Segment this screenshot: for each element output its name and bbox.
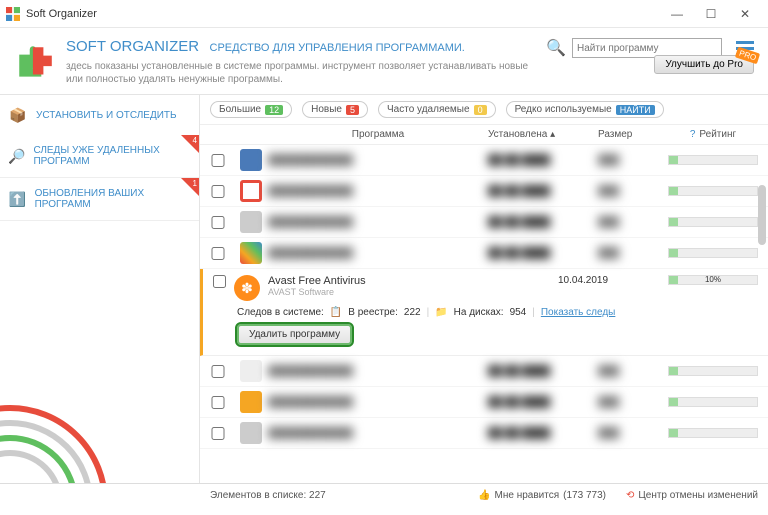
status-bar: Элементов в списке: 227 👍Мне нравится (1… xyxy=(0,483,768,507)
show-traces-link[interactable]: Показать следы xyxy=(541,307,616,318)
table-row[interactable]: ██████████████.██.███████ xyxy=(200,145,768,176)
avast-icon: ✽ xyxy=(234,275,260,301)
table-row[interactable]: ██████████████.██.███████ xyxy=(200,207,768,238)
thumbs-up-icon: 👍 xyxy=(478,490,490,501)
search-icon: 🔍 xyxy=(546,38,566,58)
header-subtitle: СРЕДСТВО ДЛЯ УПРАВЛЕНИЯ ПРОГРАММАМИ. xyxy=(210,42,465,54)
row-checkbox[interactable] xyxy=(213,275,226,288)
scrollbar-thumb[interactable] xyxy=(758,185,766,245)
row-checkbox[interactable] xyxy=(210,185,226,198)
sidebar-item-label: СЛЕДЫ УЖЕ УДАЛЕННЫХ ПРОГРАММ xyxy=(33,145,191,167)
filter-large[interactable]: Большие12 xyxy=(210,101,292,118)
table-header: Программа Установлена ▴ Размер ?Рейтинг xyxy=(200,125,768,145)
undo-icon: ⟲ xyxy=(626,490,634,501)
selected-row[interactable]: ✽ Avast Free Antivirus AVAST Software 10… xyxy=(200,269,768,356)
row-checkbox[interactable] xyxy=(210,216,226,229)
col-rating[interactable]: ?Рейтинг xyxy=(668,129,758,140)
col-program[interactable]: Программа xyxy=(268,129,488,140)
table-row[interactable]: ██████████████.██.███████ xyxy=(200,418,768,449)
filter-new[interactable]: Новые5 xyxy=(302,101,368,118)
table-row[interactable]: ██████████████.██.███████ xyxy=(200,176,768,207)
sidebar-item-label: УСТАНОВИТЬ И ОТСЛЕДИТЬ xyxy=(36,110,177,121)
table-row[interactable]: ██████████████.██.███████ xyxy=(200,356,768,387)
disk-count: 954 xyxy=(510,307,527,318)
install-icon: 📦 xyxy=(8,105,28,125)
close-button[interactable]: ✕ xyxy=(728,4,762,24)
filter-rarely-used[interactable]: Редко используемыеНАЙТИ xyxy=(506,101,664,118)
row-checkbox[interactable] xyxy=(210,154,226,167)
badge-count: 4 xyxy=(193,136,197,145)
upgrade-label: Улучшить до Pro xyxy=(665,59,743,70)
sidebar: 📦 УСТАНОВИТЬ И ОТСЛЕДИТЬ 🔎 СЛЕДЫ УЖЕ УДА… xyxy=(0,95,200,483)
table-row[interactable]: ██████████████.██.███████ xyxy=(200,387,768,418)
rating-bar: 10% xyxy=(668,275,758,285)
header-description: здесь показаны установленные в системе п… xyxy=(66,60,546,86)
col-size[interactable]: Размер xyxy=(598,129,668,140)
undo-center-button[interactable]: ⟲Центр отмены изменений xyxy=(626,490,758,501)
row-checkbox[interactable] xyxy=(210,427,226,440)
delete-program-button[interactable]: Удалить программу xyxy=(237,324,352,345)
minimize-button[interactable]: — xyxy=(660,4,694,24)
traces-icon: 🔎 xyxy=(8,146,25,166)
decoration-arcs xyxy=(0,383,160,483)
row-checkbox[interactable] xyxy=(210,247,226,260)
row-checkbox[interactable] xyxy=(210,365,226,378)
program-vendor: AVAST Software xyxy=(268,287,366,297)
status-count: 227 xyxy=(309,490,326,501)
header: SOFT ORGANIZER СРЕДСТВО ДЛЯ УПРАВЛЕНИЯ П… xyxy=(0,28,768,94)
traces-label: Следов в системе: xyxy=(237,307,324,318)
upgrade-button[interactable]: Улучшить до Pro PRO xyxy=(654,55,754,74)
program-date: 10.04.2019 xyxy=(558,275,668,286)
maximize-button[interactable]: ☐ xyxy=(694,4,728,24)
row-checkbox[interactable] xyxy=(210,396,226,409)
registry-label: В реестре: xyxy=(348,307,398,318)
col-installed[interactable]: Установлена ▴ xyxy=(488,129,598,140)
program-name: Avast Free Antivirus xyxy=(268,275,366,287)
registry-icon: 📋 xyxy=(330,307,342,318)
badge-count: 1 xyxy=(193,179,197,188)
sidebar-item-install[interactable]: 📦 УСТАНОВИТЬ И ОТСЛЕДИТЬ xyxy=(0,95,199,135)
header-title: SOFT ORGANIZER xyxy=(66,38,199,55)
window-title: Soft Organizer xyxy=(26,8,660,20)
program-list: ██████████████.██.███████ ██████████████… xyxy=(200,145,768,483)
registry-count: 222 xyxy=(404,307,421,318)
logo-icon xyxy=(14,42,56,84)
filters-bar: Большие12 Новые5 Часто удаляемые0 Редко … xyxy=(200,95,768,125)
sidebar-item-updates[interactable]: ⬆️ ОБНОВЛЕНИЯ ВАШИХ ПРОГРАММ 1 xyxy=(0,178,199,221)
titlebar: Soft Organizer — ☐ ✕ xyxy=(0,0,768,28)
app-icon xyxy=(6,7,20,21)
sidebar-item-label: ОБНОВЛЕНИЯ ВАШИХ ПРОГРАММ xyxy=(35,188,191,210)
like-button[interactable]: 👍Мне нравится (173 773) xyxy=(478,490,606,501)
filter-often-removed[interactable]: Часто удаляемые0 xyxy=(378,101,496,118)
updates-icon: ⬆️ xyxy=(8,189,27,209)
table-row[interactable]: ██████████████.██.███████ xyxy=(200,238,768,269)
disk-label: На дисках: xyxy=(454,307,504,318)
disk-icon: 📁 xyxy=(435,307,447,318)
status-count-label: Элементов в списке: xyxy=(210,490,306,501)
sidebar-item-traces[interactable]: 🔎 СЛЕДЫ УЖЕ УДАЛЕННЫХ ПРОГРАММ 4 xyxy=(0,135,199,178)
